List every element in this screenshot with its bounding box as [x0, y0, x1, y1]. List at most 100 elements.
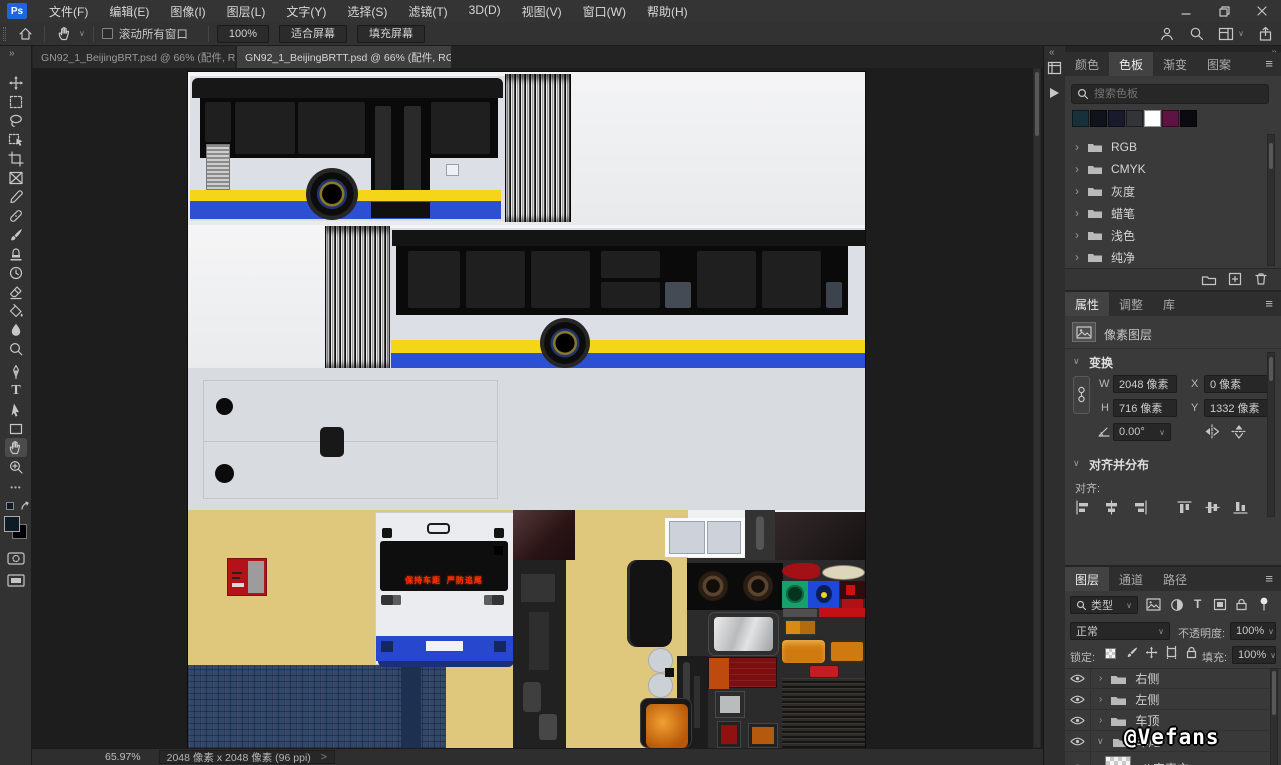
x-field[interactable]: 0 像素	[1204, 375, 1268, 393]
new-group-icon[interactable]	[1201, 273, 1217, 286]
y-field[interactable]: 1332 像素	[1204, 399, 1268, 417]
collapse-panels-icon[interactable]: «	[1049, 47, 1055, 58]
zoom-tool[interactable]	[5, 457, 27, 476]
group-chevron-icon[interactable]: ›	[1099, 673, 1102, 684]
tab-layers-active[interactable]: 图层	[1065, 567, 1109, 591]
doc-info-chevron-icon[interactable]: >	[321, 751, 327, 763]
workspace-switcher-icon[interactable]: ∨	[1218, 27, 1244, 41]
type-tool[interactable]: T	[5, 381, 27, 400]
constrain-proportions-icon[interactable]	[1073, 376, 1090, 414]
tab-channels[interactable]: 通道	[1109, 567, 1153, 591]
new-swatch-icon[interactable]	[1228, 272, 1242, 286]
hand-tool-active[interactable]	[5, 438, 27, 457]
swatch[interactable]	[1108, 110, 1125, 127]
paint-bucket-tool[interactable]	[5, 301, 27, 320]
hand-tool-preset-icon[interactable]	[53, 24, 75, 43]
swatch-folder-pastel[interactable]: ›蜡笔	[1065, 202, 1265, 224]
group-chevron-icon[interactable]: ›	[1099, 715, 1102, 726]
height-field[interactable]: 716 像素	[1113, 399, 1177, 417]
tab-document-1[interactable]: GN92_1_BeijingBRT.psd @ 66% (配件, RGB/8) …	[33, 46, 235, 68]
menu-3d[interactable]: 3D(D)	[469, 3, 501, 20]
document-canvas[interactable]: 保持车距 严防追尾	[188, 72, 865, 748]
close-button[interactable]	[1243, 0, 1281, 22]
dodge-tool[interactable]	[5, 339, 27, 358]
align-bottom-icon[interactable]	[1233, 500, 1248, 515]
layer-filter-select[interactable]: 类型∨	[1070, 596, 1138, 614]
swatch[interactable]	[1180, 110, 1197, 127]
swatch-folder-pure[interactable]: ›纯净	[1065, 246, 1265, 268]
eyedropper-tool[interactable]	[5, 187, 27, 206]
swatch-search-box[interactable]	[1071, 84, 1269, 104]
swatch[interactable]	[1162, 110, 1179, 127]
filter-shape-layers-icon[interactable]	[1213, 598, 1227, 611]
swatch[interactable]	[1126, 110, 1143, 127]
swatch[interactable]	[1090, 110, 1107, 127]
visibility-eye-icon[interactable]	[1065, 732, 1091, 751]
group-chevron-down-icon[interactable]: ∨	[1097, 736, 1104, 747]
actions-panel-icon[interactable]	[1047, 86, 1063, 102]
fill-select[interactable]: 100%∨	[1232, 646, 1276, 664]
width-field[interactable]: 2048 像素	[1113, 375, 1177, 393]
fill-screen-button[interactable]: 填充屏幕	[357, 25, 425, 43]
tab-properties-active[interactable]: 属性	[1065, 292, 1109, 316]
menu-type[interactable]: 文字(Y)	[286, 3, 326, 20]
restore-button[interactable]	[1205, 0, 1243, 22]
layer-item-eight-character[interactable]: 八字真言	[1065, 753, 1271, 765]
history-brush-tool[interactable]	[5, 263, 27, 282]
panel-menu-icon[interactable]: ≡	[1265, 56, 1273, 71]
flip-vertical-icon[interactable]	[1231, 424, 1247, 439]
blur-tool[interactable]	[5, 320, 27, 339]
foreground-color-swatch[interactable]	[4, 516, 20, 532]
align-collapse-icon[interactable]: ∨	[1073, 458, 1080, 469]
fit-screen-button[interactable]: 适合屏幕	[279, 25, 347, 43]
swap-colors-icon[interactable]	[20, 501, 30, 511]
filter-toggle-icon[interactable]	[1258, 596, 1270, 612]
lock-image-pixels-icon[interactable]	[1125, 646, 1138, 659]
layers-scrollbar[interactable]	[1270, 668, 1278, 765]
filter-adjustment-layers-icon[interactable]	[1170, 598, 1184, 612]
zoom-level[interactable]: 65.97%	[105, 751, 141, 763]
tab-document-2-active[interactable]: GN92_1_BeijingBRTT.psd @ 66% (配件, RGB/8)…	[237, 46, 451, 68]
hand-preset-caret-icon[interactable]: ∨	[79, 29, 85, 38]
tab-patterns[interactable]: 图案	[1197, 52, 1241, 76]
pen-tool[interactable]	[5, 362, 27, 381]
delete-icon[interactable]	[1254, 272, 1268, 286]
menu-image[interactable]: 图像(I)	[170, 3, 205, 20]
align-left-icon[interactable]	[1075, 500, 1092, 515]
swatch-list-scrollbar[interactable]	[1267, 134, 1275, 266]
filter-pixel-layers-icon[interactable]	[1146, 598, 1161, 611]
layer-thumbnail[interactable]	[1105, 756, 1131, 765]
menu-select[interactable]: 选择(S)	[347, 3, 387, 20]
filter-smart-objects-icon[interactable]	[1235, 598, 1248, 611]
menu-edit[interactable]: 编辑(E)	[109, 3, 149, 20]
eraser-tool[interactable]	[5, 282, 27, 301]
search-input[interactable]	[1094, 88, 1254, 100]
search-icon[interactable]	[1189, 26, 1204, 41]
mini-color-swatches-icon[interactable]	[6, 502, 14, 510]
opacity-select[interactable]: 100%∨	[1230, 622, 1276, 640]
visibility-eye-icon[interactable]	[1065, 669, 1091, 688]
lock-transparent-pixels-icon[interactable]	[1105, 648, 1116, 659]
brush-tool[interactable]	[5, 225, 27, 244]
panel-menu-icon[interactable]: ≡	[1265, 571, 1273, 586]
account-icon[interactable]	[1159, 26, 1175, 42]
lock-artboard-icon[interactable]	[1165, 646, 1178, 659]
align-center-horizontal-icon[interactable]	[1103, 500, 1120, 515]
screen-mode-icon[interactable]	[7, 574, 25, 587]
tab-libraries[interactable]: 库	[1153, 292, 1185, 316]
doc-info-field[interactable]: 2048 像素 x 2048 像素 (96 ppi) >	[159, 750, 335, 764]
canvas-vertical-scrollbar[interactable]	[1033, 68, 1041, 748]
angle-select[interactable]: 0.00°∨	[1113, 423, 1171, 441]
blend-mode-select[interactable]: 正常∨	[1070, 622, 1170, 640]
lock-all-icon[interactable]	[1185, 646, 1198, 659]
group-chevron-icon[interactable]: ›	[1099, 694, 1102, 705]
align-top-icon[interactable]	[1177, 500, 1192, 515]
history-panel-icon[interactable]	[1047, 60, 1063, 76]
filter-type-layers-icon[interactable]: T	[1194, 597, 1201, 611]
home-icon[interactable]	[14, 24, 36, 43]
frame-tool[interactable]	[5, 168, 27, 187]
swatch-folder-rgb[interactable]: ›RGB	[1065, 136, 1265, 158]
menu-layer[interactable]: 图层(L)	[227, 3, 266, 20]
align-right-icon[interactable]	[1131, 500, 1148, 515]
menu-help[interactable]: 帮助(H)	[647, 3, 688, 20]
